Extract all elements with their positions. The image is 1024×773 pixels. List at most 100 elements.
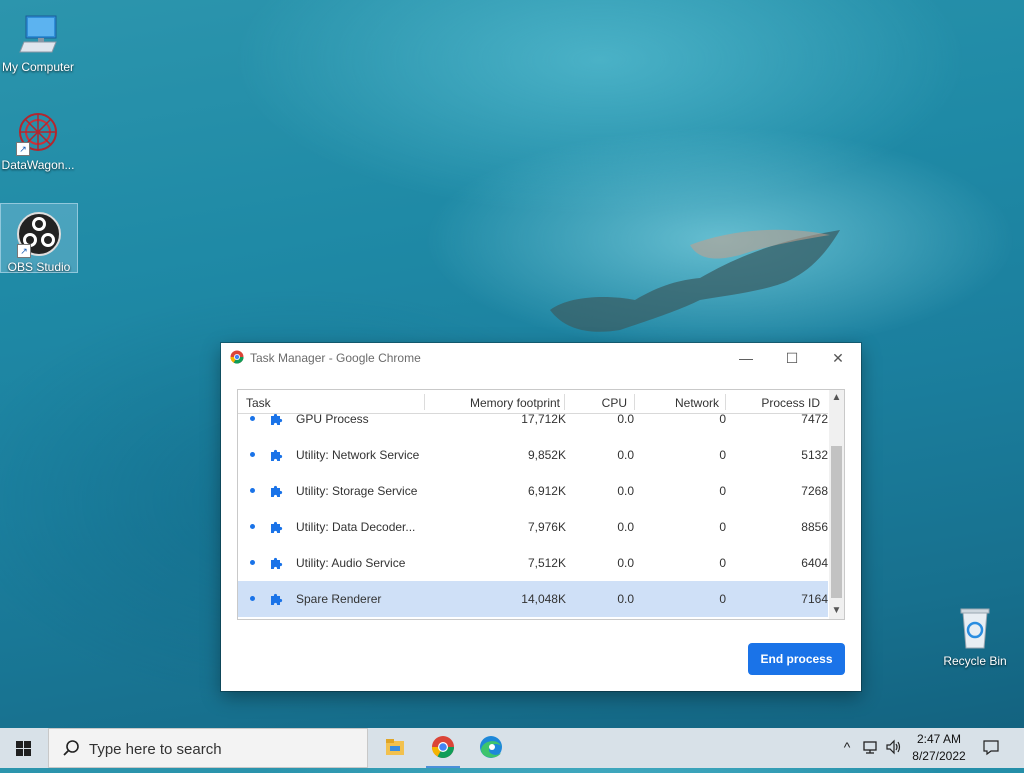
desktop-icon-label: DataWagon... xyxy=(1,158,75,172)
memory-value: 7,512K xyxy=(527,556,566,570)
table-row[interactable]: Utility: Audio Service 7,512K 0.0 0 6404 xyxy=(238,545,828,581)
task-manager-window: Task Manager - Google Chrome — ☐ ✕ Task … xyxy=(221,343,861,691)
cpu-value: 0.0 xyxy=(617,592,634,606)
network-value: 0 xyxy=(719,556,726,570)
process-id-value: 7164 xyxy=(801,592,828,606)
table-row[interactable]: Utility: Storage Service 6,912K 0.0 0 72… xyxy=(238,473,828,509)
file-explorer-icon xyxy=(386,739,404,755)
bullet-icon xyxy=(250,488,255,493)
window-title: Task Manager - Google Chrome xyxy=(250,351,421,365)
puzzle-piece-icon xyxy=(271,449,283,461)
notifications-icon[interactable] xyxy=(982,738,1000,756)
puzzle-piece-icon xyxy=(271,521,283,533)
network-value: 0 xyxy=(719,484,726,498)
taskbar-search-box[interactable]: Type here to search xyxy=(48,728,368,768)
column-header-cpu[interactable]: CPU xyxy=(602,396,627,410)
network-value: 0 xyxy=(719,520,726,534)
cpu-value: 0.0 xyxy=(617,448,634,462)
column-header-task[interactable]: Task xyxy=(246,396,271,410)
cpu-value: 0.0 xyxy=(617,484,634,498)
desktop-icon-label: My Computer xyxy=(1,60,75,74)
shortcut-arrow-icon: ↗ xyxy=(16,142,30,156)
vertical-scrollbar[interactable]: ▲ ▼ xyxy=(829,390,844,619)
taskbar-file-explorer[interactable] xyxy=(372,728,418,768)
scrollbar-thumb[interactable] xyxy=(831,446,842,598)
desktop-icon-label: Recycle Bin xyxy=(943,654,1007,668)
obs-icon: ↗ xyxy=(15,210,63,258)
recycle-bin-icon xyxy=(951,604,999,652)
memory-value: 17,712K xyxy=(521,414,566,426)
column-divider[interactable] xyxy=(424,394,425,410)
bullet-icon xyxy=(250,560,255,565)
puzzle-piece-icon xyxy=(271,557,283,569)
puzzle-piece-icon xyxy=(271,414,283,425)
table-body: GPU Process 17,712K 0.0 0 7472 Utility: … xyxy=(238,414,828,619)
taskbar-chrome[interactable] xyxy=(420,728,466,768)
minimize-button[interactable]: — xyxy=(723,343,769,373)
shortcut-arrow-icon: ↗ xyxy=(17,244,31,258)
column-divider[interactable] xyxy=(634,394,635,410)
table-row-selected[interactable]: Spare Renderer 14,048K 0.0 0 7164 xyxy=(238,581,828,617)
title-bar[interactable]: Task Manager - Google Chrome — ☐ ✕ xyxy=(221,343,861,373)
datawagon-icon: ↗ xyxy=(14,108,62,156)
cpu-value: 0.0 xyxy=(617,520,634,534)
memory-value: 9,852K xyxy=(527,448,566,462)
task-name: Utility: Storage Service xyxy=(296,484,418,498)
process-table: Task Memory footprint CPU Network Proces… xyxy=(237,389,845,620)
clock-time: 2:47 AM xyxy=(916,732,962,746)
task-name: Utility: Network Service xyxy=(296,448,420,462)
volume-icon[interactable] xyxy=(885,738,903,756)
bullet-icon xyxy=(250,416,255,421)
search-icon xyxy=(63,740,79,756)
start-button[interactable] xyxy=(0,728,48,768)
table-row[interactable]: GPU Process 17,712K 0.0 0 7472 xyxy=(238,414,828,437)
network-icon[interactable] xyxy=(862,738,880,756)
desktop-icon-recycle-bin[interactable]: Recycle Bin xyxy=(937,598,1013,670)
network-value: 0 xyxy=(719,448,726,462)
process-id-value: 7472 xyxy=(801,414,828,426)
desktop-icon-my-computer[interactable]: My Computer xyxy=(0,4,76,74)
cpu-value: 0.0 xyxy=(617,556,634,570)
puzzle-piece-icon xyxy=(271,485,283,497)
process-id-value: 5132 xyxy=(801,448,828,462)
memory-value: 7,976K xyxy=(527,520,566,534)
cpu-value: 0.0 xyxy=(617,414,634,426)
process-id-value: 8856 xyxy=(801,520,828,534)
memory-value: 6,912K xyxy=(527,484,566,498)
bullet-icon xyxy=(250,596,255,601)
memory-value: 14,048K xyxy=(521,592,566,606)
chrome-icon xyxy=(230,350,244,364)
process-id-value: 7268 xyxy=(801,484,828,498)
column-divider[interactable] xyxy=(725,394,726,410)
process-id-value: 6404 xyxy=(801,556,828,570)
windows-logo-icon xyxy=(16,741,31,756)
desktop-icon-datawagon[interactable]: ↗ DataWagon... xyxy=(0,102,76,174)
table-row[interactable]: Utility: Data Decoder... 7,976K 0.0 0 88… xyxy=(238,509,828,545)
column-header-memory[interactable]: Memory footprint xyxy=(470,396,560,410)
column-header-network[interactable]: Network xyxy=(675,396,719,410)
network-value: 0 xyxy=(719,414,726,426)
column-header-process-id[interactable]: Process ID xyxy=(761,396,820,410)
bullet-icon xyxy=(250,452,255,457)
close-button[interactable]: ✕ xyxy=(815,343,861,373)
desktop-icon-label: OBS Studio xyxy=(7,260,71,274)
task-name: Spare Renderer xyxy=(296,592,382,606)
maximize-button[interactable]: ☐ xyxy=(769,343,815,373)
computer-icon xyxy=(14,10,62,58)
taskbar-edge[interactable] xyxy=(468,728,514,768)
end-process-button[interactable]: End process xyxy=(748,643,845,675)
scroll-down-arrow-icon[interactable]: ▼ xyxy=(829,603,844,619)
network-value: 0 xyxy=(719,592,726,606)
task-name: GPU Process xyxy=(296,414,369,426)
desktop-icon-obs-studio[interactable]: ↗ OBS Studio xyxy=(0,203,78,274)
table-row[interactable]: Utility: Network Service 9,852K 0.0 0 51… xyxy=(238,437,828,473)
search-placeholder: Type here to search xyxy=(89,741,222,758)
bullet-icon xyxy=(250,524,255,529)
chevron-up-icon[interactable]: ^ xyxy=(838,738,856,756)
column-divider[interactable] xyxy=(564,394,565,410)
scroll-up-arrow-icon[interactable]: ▲ xyxy=(829,390,844,406)
chrome-icon xyxy=(432,736,454,758)
task-name: Utility: Data Decoder... xyxy=(296,520,416,534)
taskbar-clock[interactable]: 2:47 AM 8/27/2022 xyxy=(904,731,974,765)
edge-icon xyxy=(480,736,502,758)
